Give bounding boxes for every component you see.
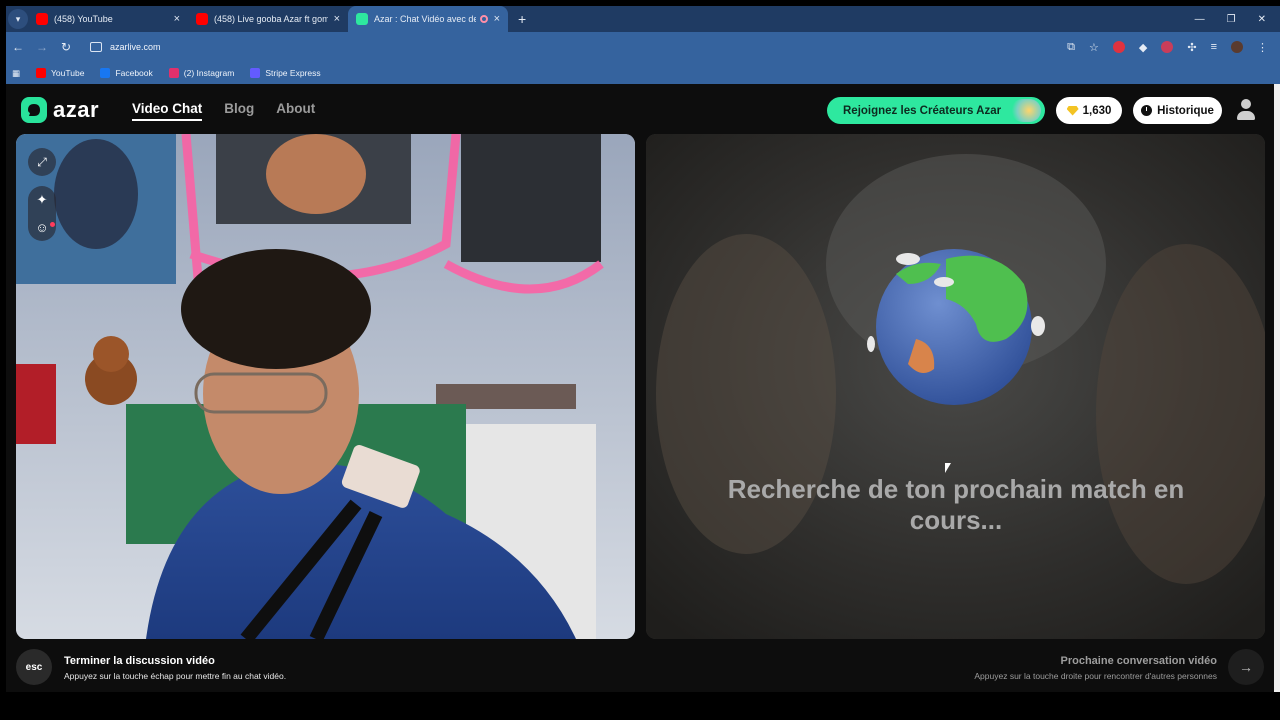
main-nav: Video Chat Blog About	[132, 101, 315, 121]
match-video-panel: Recherche de ton prochain match en cours…	[646, 134, 1265, 639]
close-tab-icon[interactable]: ×	[174, 13, 180, 25]
close-tab-icon[interactable]: ×	[494, 13, 500, 25]
expand-icon[interactable]: ⤢	[28, 148, 56, 176]
self-camera-feed	[16, 134, 635, 639]
recording-indicator-icon	[479, 15, 488, 23]
extension-red-icon[interactable]	[1112, 41, 1125, 53]
site-header: azar Video Chat Blog About Rejoignez les…	[6, 84, 1274, 134]
media-control-icon[interactable]: ≡	[1211, 41, 1217, 53]
extensions-puzzle-icon[interactable]: ✣	[1187, 41, 1196, 54]
profile-avatar-icon[interactable]	[1231, 41, 1243, 53]
youtube-favicon-icon	[196, 13, 208, 25]
azar-logo[interactable]: azar	[21, 97, 99, 123]
self-video-panel: ⤢ ✦ ☺	[16, 134, 635, 639]
bookmarks-bar: ▦ YouTube Facebook (2) Instagram Stripe …	[6, 62, 1280, 84]
forward-arrow-icon[interactable]: →	[30, 40, 54, 54]
creators-illustration-icon	[1011, 99, 1041, 122]
close-tab-icon[interactable]: ×	[334, 13, 340, 25]
back-arrow-icon[interactable]: ←	[6, 40, 30, 54]
bookmark-label: YouTube	[51, 68, 85, 78]
searching-status-text: Recherche de ton prochain match en cours…	[727, 474, 1185, 535]
stripe-icon	[250, 68, 261, 78]
end-chat-title: Terminer la discussion vidéo	[64, 655, 215, 667]
tab-azar[interactable]: Azar : Chat Vidéo avec de n… ×	[348, 6, 508, 32]
esc-end-chat-button[interactable]: esc	[16, 649, 52, 685]
tab-search-chevron-icon[interactable]: ▾	[8, 9, 28, 29]
next-chat-title: Prochaine conversation vidéo	[1060, 655, 1218, 667]
extension-diamond-icon[interactable]: ◆	[1139, 41, 1147, 54]
window-controls: — ❐ ✕	[1195, 14, 1280, 25]
sparkle-effects-icon[interactable]: ✦	[37, 192, 48, 208]
site-info-icon[interactable]	[90, 42, 102, 52]
logo-text: azar	[53, 97, 100, 122]
end-chat-hint: Appuyez sur la touche échap pour mettre …	[64, 671, 287, 681]
menu-kebab-icon[interactable]: ⋮	[1257, 41, 1268, 54]
effects-tool-group: ✦ ☺	[28, 186, 56, 241]
instagram-icon	[168, 68, 179, 78]
azar-favicon-icon	[356, 13, 368, 25]
youtube-icon	[36, 68, 47, 78]
bookmark-stripe-express[interactable]: Stripe Express	[250, 68, 321, 78]
chat-footer: esc Terminer la discussion vidéo Appuyez…	[6, 639, 1274, 692]
close-window-icon[interactable]: ✕	[1258, 14, 1266, 25]
apps-grid-icon[interactable]: ▦	[12, 68, 20, 79]
clock-icon	[1141, 105, 1153, 116]
nav-about[interactable]: About	[276, 101, 315, 121]
screen: ▾ (458) YouTube × (458) Live gooba Azar …	[0, 0, 1280, 720]
gems-balance-button[interactable]: 1,630	[1056, 97, 1122, 124]
minimize-icon[interactable]: —	[1195, 14, 1205, 25]
url-text: azarlive.com	[110, 42, 161, 52]
bookmark-label: Stripe Express	[265, 68, 321, 78]
gem-icon	[1066, 105, 1079, 116]
tab-youtube[interactable]: (458) YouTube ×	[28, 6, 188, 32]
address-bar[interactable]: azarlive.com	[84, 36, 161, 58]
user-profile-icon[interactable]	[1237, 99, 1255, 121]
bookmark-instagram[interactable]: (2) Instagram	[168, 68, 235, 78]
bookmark-facebook[interactable]: Facebook	[100, 68, 153, 78]
bookmark-label: Facebook	[115, 68, 153, 78]
history-button[interactable]: Historique	[1133, 97, 1222, 124]
new-tab-plus-icon[interactable]: +	[518, 11, 526, 27]
tab-title: Azar : Chat Vidéo avec de n…	[374, 14, 476, 24]
notification-dot	[50, 222, 55, 227]
install-app-icon[interactable]: ⧉	[1067, 41, 1075, 54]
screen-bottom-edge	[0, 692, 1280, 720]
tab-title: (458) YouTube	[54, 14, 113, 24]
nav-blog[interactable]: Blog	[224, 101, 254, 121]
nav-video-chat[interactable]: Video Chat	[132, 101, 203, 121]
sticker-face-icon[interactable]: ☺	[35, 220, 48, 235]
next-chat-hint: Appuyez sur la touche droite pour rencon…	[974, 671, 1217, 681]
screen-edge	[0, 0, 6, 720]
bookmark-youtube[interactable]: YouTube	[36, 68, 84, 78]
browser-tab-bar: ▾ (458) YouTube × (458) Live gooba Azar …	[6, 6, 1280, 32]
history-label: Historique	[1157, 104, 1214, 117]
tab-live-gooba[interactable]: (458) Live gooba Azar ft gomm… ×	[188, 6, 348, 32]
page-scrollbar[interactable]	[1274, 84, 1280, 692]
restore-icon[interactable]: ❐	[1227, 14, 1236, 25]
azar-logo-icon	[21, 97, 47, 123]
azar-page: azar Video Chat Blog About Rejoignez les…	[6, 84, 1274, 692]
next-chat-arrow-icon[interactable]: →	[1228, 649, 1264, 685]
extension-icons: ⧉ ☆ ◆ ✣ ≡ ⋮	[1067, 41, 1280, 54]
browser-toolbar: ← → ↻ azarlive.com ⧉ ☆ ◆ ✣ ≡ ⋮	[6, 32, 1280, 62]
tab-title: (458) Live gooba Azar ft gomm…	[214, 14, 328, 24]
bookmark-star-icon[interactable]: ☆	[1089, 41, 1099, 54]
facebook-icon	[100, 68, 111, 78]
extension-badge-icon[interactable]	[1161, 41, 1174, 53]
camera-tools: ⤢ ✦ ☺	[28, 148, 56, 241]
bookmark-label: (2) Instagram	[183, 68, 235, 78]
youtube-favicon-icon	[36, 13, 48, 25]
gems-count: 1,630	[1082, 104, 1112, 117]
mouse-cursor-icon	[945, 463, 951, 473]
blurred-background	[646, 134, 1265, 639]
join-creators-button[interactable]: Rejoignez les Créateurs Azar	[827, 97, 1045, 124]
reload-icon[interactable]: ↻	[54, 40, 78, 54]
join-creators-label: Rejoignez les Créateurs Azar	[843, 104, 1002, 117]
